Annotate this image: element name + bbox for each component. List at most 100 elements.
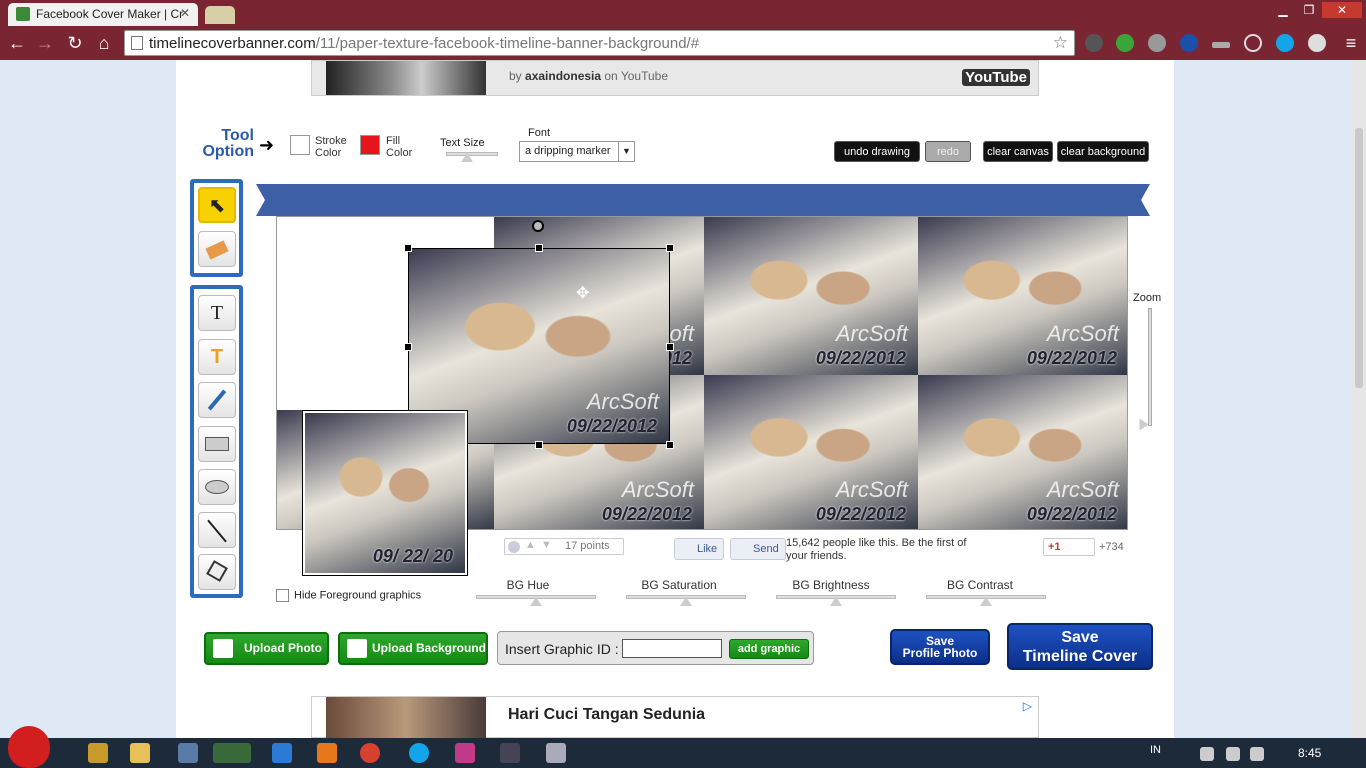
maximize-button[interactable]: ❐ [1296, 2, 1322, 18]
extension-icon[interactable] [1085, 34, 1103, 52]
text-style-tool-button[interactable]: T [198, 339, 236, 375]
resize-handle[interactable] [535, 441, 543, 449]
firefox-icon[interactable] [317, 743, 337, 763]
zoom-slider-knob[interactable] [1139, 418, 1149, 431]
text-size-slider-knob[interactable] [461, 153, 473, 162]
ad-title[interactable]: Hari Cuci Tangan Sedunia [508, 706, 705, 724]
google-plus-button[interactable]: +1 [1043, 538, 1095, 556]
power-icon[interactable] [1226, 747, 1240, 761]
skype-icon[interactable] [409, 743, 429, 763]
facebook-like-button[interactable]: Like [674, 538, 725, 560]
save-profile-photo-button[interactable]: Save Profile Photo [890, 629, 990, 665]
hide-foreground-checkbox[interactable]: Hide Foreground graphics [276, 589, 421, 602]
facebook-send-button[interactable]: Send [730, 538, 786, 560]
paint-bucket-tool-button[interactable] [198, 554, 236, 590]
adchoices-icon[interactable]: ▷ [1023, 699, 1032, 713]
new-tab-button[interactable] [205, 6, 235, 24]
file-explorer-icon[interactable] [130, 743, 150, 763]
video-strip[interactable]: by axaindonesia on YouTube YouTube [311, 60, 1039, 96]
save-profile-line2: Profile Photo [902, 646, 978, 660]
language-indicator[interactable]: IN [1150, 744, 1161, 756]
fill-color-swatch[interactable] [360, 135, 380, 155]
upload-photo-button[interactable]: Upload Photo [204, 632, 329, 665]
font-select[interactable]: a dripping marker ▼ [519, 141, 635, 162]
reload-button[interactable]: ↻ [64, 32, 86, 54]
resize-handle[interactable] [535, 244, 543, 252]
taskbar-app-icon[interactable] [455, 743, 475, 763]
reddit-vote-widget[interactable]: ▲ ▼ 17 points [504, 538, 624, 555]
video-thumbnail[interactable] [326, 61, 486, 95]
home-button[interactable]: ⌂ [93, 32, 115, 54]
network-icon[interactable] [1250, 747, 1264, 761]
tab-close-icon[interactable]: ✕ [180, 6, 190, 20]
back-button[interactable]: ← [6, 32, 28, 54]
address-url: timelinecoverbanner.com/11/paper-texture… [149, 35, 699, 52]
taskbar-app-icon[interactable] [88, 743, 108, 763]
brush-tool-button[interactable] [198, 382, 236, 418]
ellipse-tool-button[interactable] [198, 469, 236, 505]
bg-hue-slider-knob[interactable] [530, 597, 542, 606]
search-icon[interactable] [1244, 34, 1262, 52]
zoom-slider[interactable] [1148, 308, 1152, 426]
upload-background-button[interactable]: Upload Background [338, 632, 488, 665]
resize-handle[interactable] [404, 343, 412, 351]
skype-icon[interactable] [1276, 34, 1294, 52]
checkbox-icon[interactable] [276, 589, 289, 602]
forward-button[interactable]: → [34, 32, 56, 54]
text-tool-button[interactable]: T [198, 295, 236, 331]
bg-brightness-slider-knob[interactable] [830, 597, 842, 606]
tab-facebook-cover-maker[interactable]: Facebook Cover Maker | Cr ✕ [8, 3, 198, 26]
internet-explorer-icon[interactable] [272, 743, 292, 763]
photo-watermark: ArcSoft [621, 477, 694, 502]
save-timeline-cover-button[interactable]: Save Timeline Cover [1007, 623, 1153, 670]
extension-icon[interactable] [1308, 34, 1326, 52]
advertisement[interactable]: Hari Cuci Tangan Sedunia ▷ [311, 696, 1039, 739]
stroke-color-swatch[interactable] [290, 135, 310, 155]
taskbar-clock[interactable]: 8:45 [1298, 746, 1321, 760]
bg-contrast-slider-knob[interactable] [980, 597, 992, 606]
taskbar-app-icon[interactable] [178, 743, 198, 763]
background-photo: ArcSoft 09/22/2012 [704, 375, 918, 529]
video-author[interactable]: axaindonesia [525, 69, 601, 83]
resize-handle[interactable] [404, 244, 412, 252]
menu-icon[interactable]: ≡ [1340, 32, 1362, 54]
minimize-button[interactable]: ▁ [1270, 2, 1296, 18]
extension-icon[interactable] [1116, 34, 1134, 52]
address-bar[interactable]: timelinecoverbanner.com/11/paper-texture… [124, 30, 1075, 56]
undo-drawing-button[interactable]: undo drawing [834, 141, 920, 162]
photo-date: 09/22/2012 [601, 504, 692, 524]
taskbar-app-icon[interactable] [213, 743, 251, 763]
resize-handle[interactable] [666, 244, 674, 252]
start-button-bird-icon[interactable] [8, 726, 50, 768]
line-tool-button[interactable] [198, 512, 236, 548]
close-window-button[interactable]: ✕ [1322, 2, 1362, 18]
scrollbar-thumb[interactable] [1355, 128, 1363, 388]
eraser-tool-button[interactable] [198, 231, 236, 267]
resize-handle[interactable] [666, 441, 674, 449]
rotate-handle[interactable] [532, 220, 544, 232]
move-icon[interactable]: ✥ [576, 283, 589, 303]
upvote-icon[interactable]: ▲ [525, 539, 536, 551]
add-graphic-button[interactable]: add graphic [729, 639, 809, 659]
youtube-logo[interactable]: YouTube [962, 69, 1030, 86]
extension-icon[interactable] [1180, 34, 1198, 52]
chrome-icon[interactable] [360, 743, 380, 763]
clear-background-button[interactable]: clear background [1057, 141, 1149, 162]
clear-canvas-button[interactable]: clear canvas [983, 141, 1053, 162]
ad-thumbnail[interactable] [326, 697, 486, 739]
taskbar-app-icon[interactable] [500, 743, 520, 763]
bookmark-star-icon[interactable]: ☆ [1053, 33, 1068, 53]
downvote-icon[interactable]: ▼ [541, 539, 552, 551]
extension-icon[interactable] [1212, 42, 1230, 48]
pen-icon[interactable] [1148, 34, 1166, 52]
resize-handle[interactable] [666, 343, 674, 351]
page-scrollbar[interactable] [1352, 60, 1366, 738]
graphic-id-input[interactable] [622, 639, 722, 658]
volume-icon[interactable] [1200, 747, 1214, 761]
select-tool-button[interactable]: ⬉ [198, 187, 236, 223]
redo-button[interactable]: redo [925, 141, 971, 162]
rectangle-tool-button[interactable] [198, 426, 236, 462]
bg-saturation-slider-knob[interactable] [680, 597, 692, 606]
foreground-photo[interactable]: 09/ 22/ 20 [302, 410, 468, 576]
taskbar-app-icon[interactable] [546, 743, 566, 763]
